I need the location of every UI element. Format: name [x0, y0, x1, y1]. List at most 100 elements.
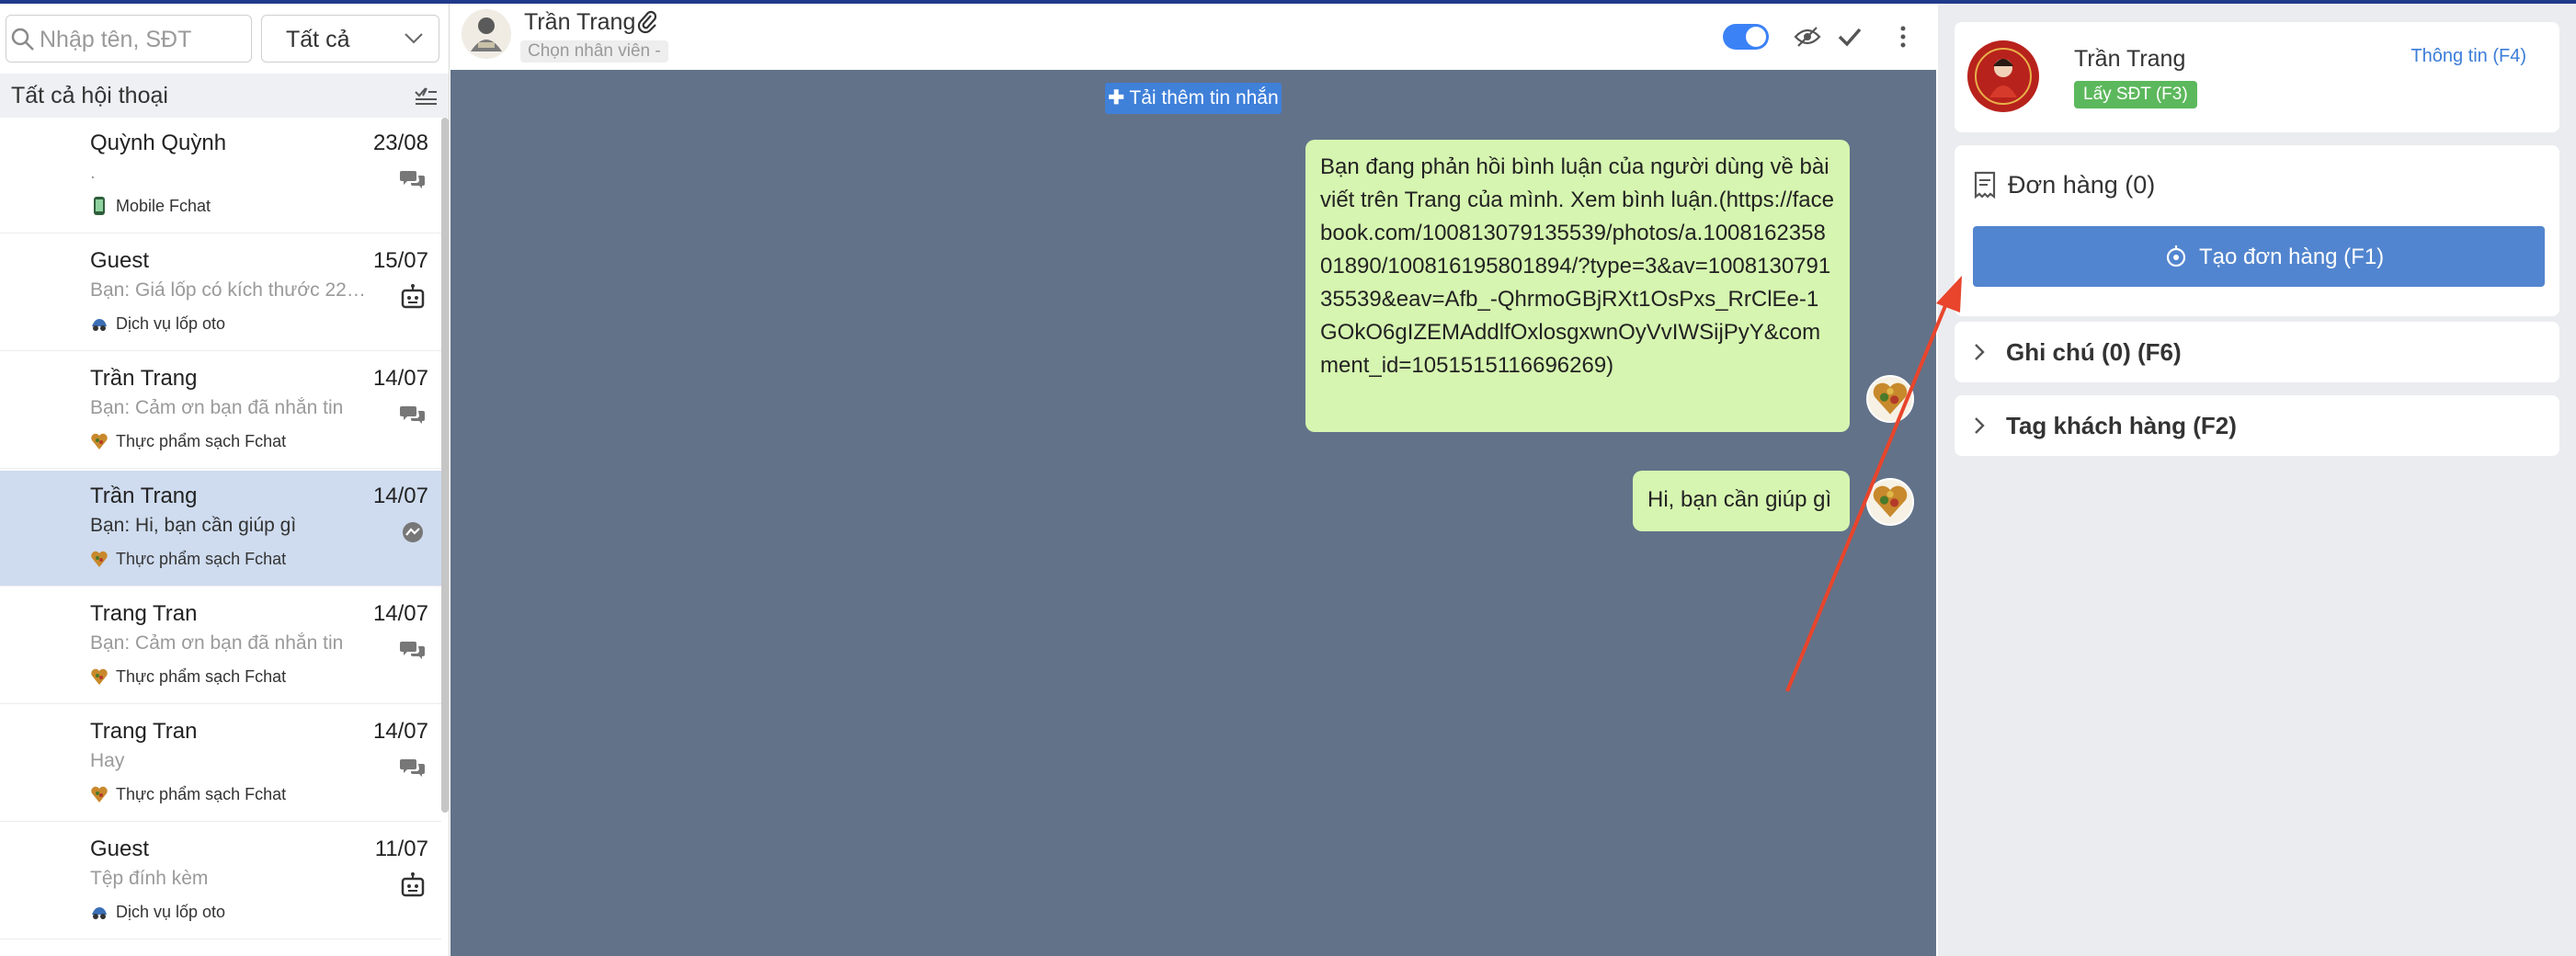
mark-all-read-icon[interactable] — [414, 85, 438, 107]
conversation-date: 23/08 — [372, 131, 428, 155]
messenger-icon — [403, 522, 423, 542]
orders-card: Đơn hàng (0) Tạo đơn hàng (F1) — [1955, 145, 2559, 316]
conversation-name: Trần Trang — [90, 366, 198, 391]
search-icon — [11, 28, 34, 51]
customer-panel: Trần Trang Lấy SĐT (F3) Thông tin (F4) Đ… — [1938, 4, 2576, 956]
page-avatar — [1866, 478, 1914, 526]
search-bar: Tất cả — [0, 9, 449, 64]
notes-section[interactable]: Ghi chú (0) (F6) — [1955, 322, 2559, 382]
eye-off-icon[interactable] — [1793, 22, 1822, 51]
customer-name: Trần Trang — [2074, 46, 2186, 72]
conversation-page: Dịch vụ lốp oto — [90, 314, 225, 334]
search-box[interactable] — [6, 15, 252, 63]
conversation-item[interactable]: Guest 11/07 Tệp đính kèm Dịch vụ lốp oto — [0, 824, 441, 939]
page-avatar-icon — [91, 551, 108, 567]
conversation-preview: Bạn: Hi, bạn cần giúp gì — [90, 515, 297, 536]
conversation-name: Trần Trang — [90, 484, 198, 508]
bot-toggle[interactable] — [1723, 24, 1769, 50]
tags-title: Tag khách hàng (F2) — [2006, 412, 2237, 439]
page-avatar-icon — [91, 433, 108, 450]
page-name: Thực phẩm sạch Fchat — [116, 550, 287, 568]
conversation-page: Thực phẩm sạch Fchat — [90, 785, 286, 804]
more-vertical-icon[interactable] — [1888, 22, 1918, 51]
food-heart-avatar-icon — [1873, 382, 1908, 415]
chat-bubbles-icon — [400, 406, 425, 424]
page-avatar — [1866, 375, 1914, 423]
conversation-date: 14/07 — [372, 484, 428, 508]
search-input[interactable] — [38, 23, 247, 56]
conversation-preview: Bạn: Giá lốp có kích thước 225/5... — [90, 279, 375, 301]
conversation-date: 15/07 — [372, 248, 428, 273]
load-more-button[interactable]: ✚ Tải thêm tin nhắn — [1105, 83, 1282, 114]
bot-icon — [401, 872, 425, 897]
assign-staff-select[interactable]: Chọn nhân viên - — [520, 40, 668, 63]
chat-panel: Trần Trang Chọn nhân viên - ✚ Tải thêm t… — [450, 4, 1936, 956]
create-order-button[interactable]: Tạo đơn hàng (F1) — [1973, 226, 2545, 287]
chat-bubbles-icon — [400, 759, 425, 777]
conversation-page: Thực phẩm sạch Fchat — [90, 432, 286, 451]
conversation-item[interactable]: Quỳnh Quỳnh 23/08 . Mobile Fchat — [0, 118, 441, 233]
check-icon[interactable] — [1835, 22, 1864, 51]
conversation-item[interactable]: Guest 15/07 Bạn: Giá lốp có kích thước 2… — [0, 235, 441, 351]
paperclip-icon[interactable] — [636, 9, 658, 35]
contact-avatar-icon — [471, 17, 502, 51]
conversation-item-active[interactable]: Trần Trang 14/07 Bạn: Hi, bạn cần giúp g… — [0, 471, 441, 586]
conversation-date: 11/07 — [374, 836, 428, 861]
conversation-section-header: Tất cả hội thoại — [0, 74, 449, 118]
conversation-name: Guest — [90, 836, 150, 861]
conversation-preview: Bạn: Cảm ơn bạn đã nhắn tin — [90, 632, 344, 654]
conversation-item[interactable]: Trang Tran 14/07 Bạn: Cảm ơn bạn đã nhắn… — [0, 588, 441, 704]
create-order-icon — [2166, 245, 2186, 267]
filter-value: Tất cả — [286, 27, 350, 52]
conversation-name: Guest — [90, 248, 150, 273]
page-avatar-icon — [94, 197, 105, 215]
page-avatar-icon — [92, 319, 107, 331]
get-phone-button[interactable]: Lấy SĐT (F3) — [2074, 81, 2197, 108]
customer-tags-section[interactable]: Tag khách hàng (F2) — [1955, 395, 2559, 456]
bot-icon — [401, 284, 425, 309]
message-bubble-outgoing: Bạn đang phản hồi bình luận của người dù… — [1305, 140, 1850, 432]
customer-avatar-icon — [1968, 41, 2038, 111]
food-heart-avatar-icon — [1873, 485, 1908, 518]
conversation-preview: Hay — [90, 750, 125, 771]
page-name: Thực phẩm sạch Fchat — [116, 785, 287, 803]
notes-title: Ghi chú (0) (F6) — [2006, 338, 2182, 366]
conversation-page: Dịch vụ lốp oto — [90, 903, 225, 922]
customer-info-card: Trần Trang Lấy SĐT (F3) Thông tin (F4) — [1955, 22, 2559, 132]
contact-name: Trần Trang — [524, 9, 636, 35]
chat-header: Trần Trang Chọn nhân viên - — [450, 4, 1936, 71]
customer-avatar[interactable] — [1967, 40, 2039, 112]
page-name: Mobile Fchat — [116, 197, 211, 215]
conversation-name: Trang Tran — [90, 601, 198, 626]
conversation-page: Thực phẩm sạch Fchat — [90, 667, 286, 687]
page-name: Thực phẩm sạch Fchat — [116, 432, 287, 450]
page-name: Thực phẩm sạch Fchat — [116, 667, 287, 686]
orders-title: Đơn hàng (0) — [2008, 171, 2156, 199]
chat-bubbles-icon — [400, 171, 425, 188]
message-area: ✚ Tải thêm tin nhắn Bạn đang phản hồi bì… — [450, 70, 1936, 956]
customer-info-link[interactable]: Thông tin (F4) — [2411, 46, 2526, 67]
create-order-label: Tạo đơn hàng (F1) — [2199, 245, 2385, 269]
conversation-list: Quỳnh Quỳnh 23/08 . Mobile Fchat Guest 1… — [0, 118, 441, 956]
conversation-date: 14/07 — [372, 601, 428, 626]
conversation-scrollbar[interactable] — [441, 118, 449, 813]
conversation-item[interactable]: Trần Trang 14/07 Bạn: Cảm ơn bạn đã nhắn… — [0, 353, 441, 469]
page-avatar-icon — [92, 907, 107, 919]
conversation-name: Trang Tran — [90, 719, 198, 744]
conversation-preview: Tệp đính kèm — [90, 868, 209, 889]
chevron-right-icon — [1975, 344, 1985, 360]
conversation-date: 14/07 — [372, 719, 428, 744]
conversation-page: Thực phẩm sạch Fchat — [90, 550, 286, 569]
page-avatar-icon — [91, 668, 108, 685]
contact-avatar[interactable] — [462, 9, 511, 59]
page-name: Dịch vụ lốp oto — [116, 314, 226, 333]
conversation-item[interactable]: Trang Tran 14/07 Hay Thực phẩm sạch Fcha… — [0, 706, 441, 822]
chat-bubbles-icon — [400, 642, 425, 659]
receipt-icon — [1974, 171, 1996, 199]
conversation-panel: Tất cả Tất cả hội thoại Quỳnh Quỳnh 23/0… — [0, 4, 450, 956]
conversation-filter-select[interactable]: Tất cả — [261, 15, 439, 63]
load-more-label: Tải thêm tin nhắn — [1129, 87, 1279, 108]
page-name: Dịch vụ lốp oto — [116, 903, 226, 921]
conversation-page: Mobile Fchat — [90, 197, 211, 216]
message-bubble-outgoing: Hi, bạn cần giúp gì — [1633, 471, 1850, 531]
